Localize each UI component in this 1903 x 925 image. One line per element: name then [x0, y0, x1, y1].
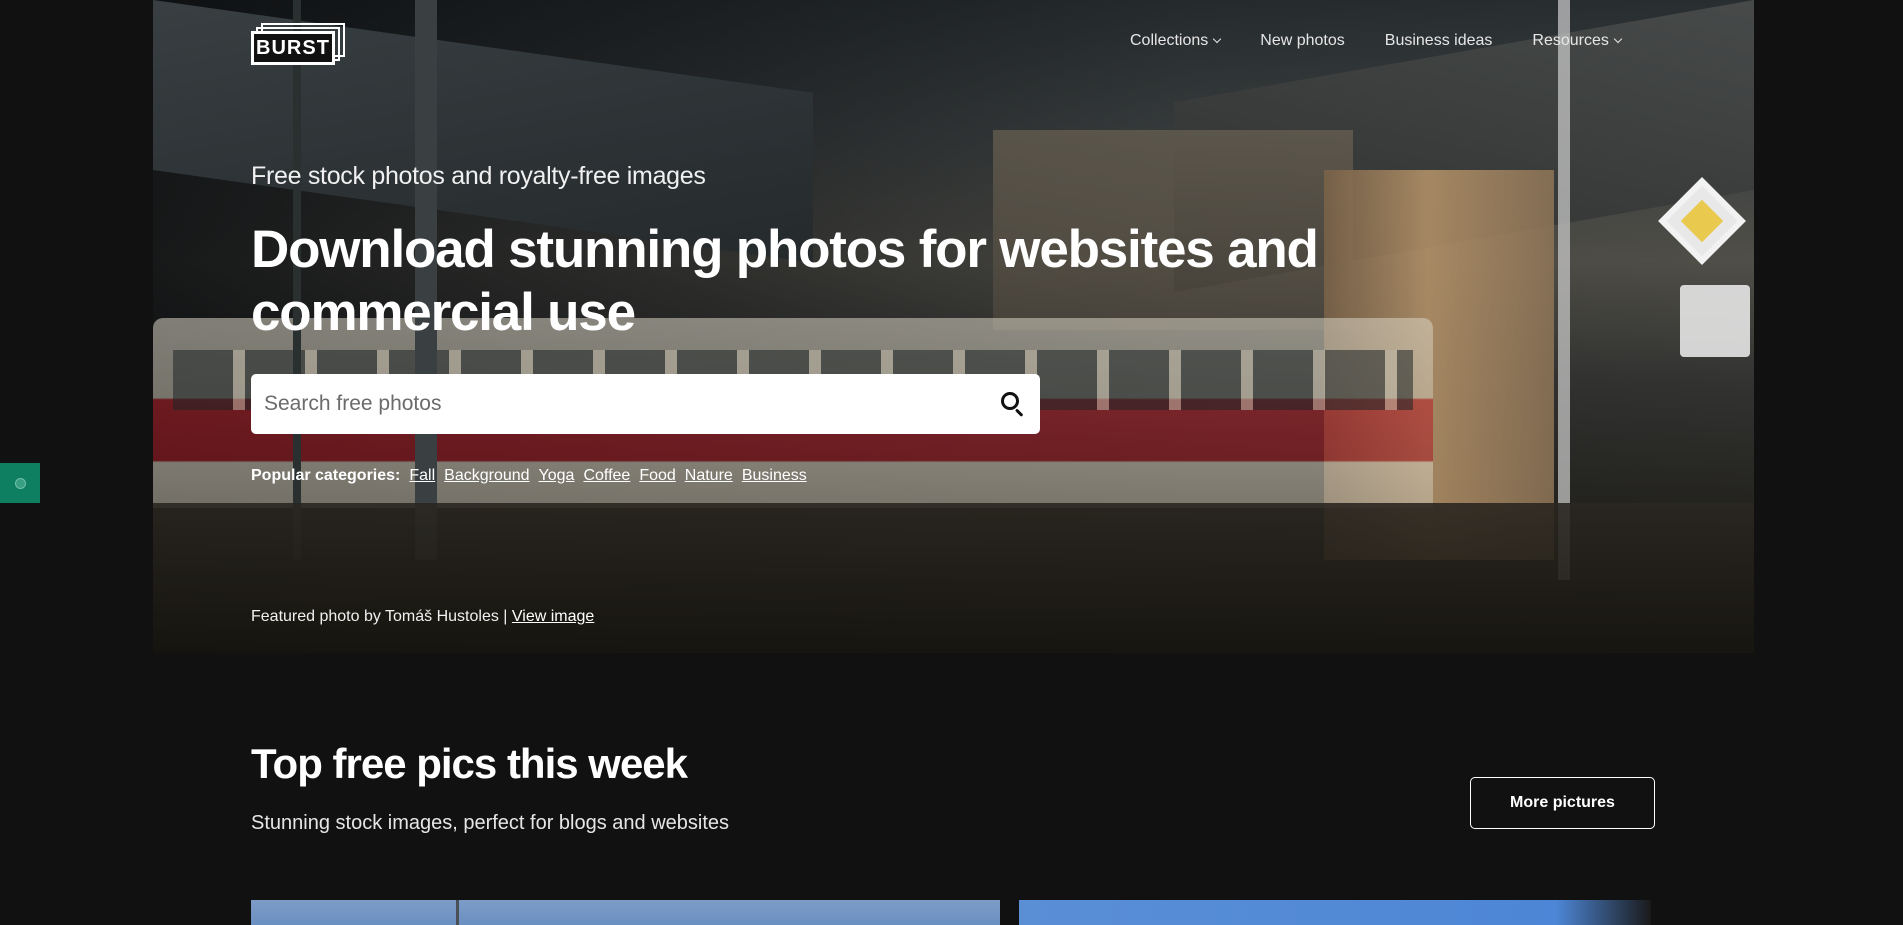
hero-eyebrow: Free stock photos and royalty-free image…	[251, 162, 706, 190]
info-icon	[14, 477, 26, 489]
hero-headline: Download stunning photos for websites an…	[251, 220, 1319, 342]
burst-logo[interactable]: BURST	[251, 23, 345, 65]
side-info-tab[interactable]	[0, 463, 40, 503]
nav-item-new-photos[interactable]: New photos	[1260, 32, 1345, 50]
search-input[interactable]	[251, 374, 1000, 434]
category-link-background[interactable]: Background	[444, 467, 529, 485]
main-nav: Collections New photos Business ideas Re…	[1130, 32, 1623, 50]
category-link-nature[interactable]: Nature	[685, 467, 733, 485]
chevron-down-icon	[1613, 34, 1623, 44]
page: BURST Collections New photos Business id…	[0, 0, 1903, 925]
nav-item-label: Collections	[1130, 32, 1209, 49]
logo-text: BURST	[256, 36, 330, 59]
chevron-down-icon	[1213, 34, 1222, 44]
category-link-food[interactable]: Food	[639, 467, 675, 485]
nav-item-business-ideas[interactable]: Business ideas	[1385, 32, 1493, 50]
credit-text: Featured photo by Tomáš Hustoles |	[251, 608, 512, 625]
category-link-yoga[interactable]: Yoga	[539, 467, 575, 485]
nav-item-collections[interactable]: Collections	[1130, 32, 1222, 50]
nav-item-resources[interactable]: Resources	[1532, 32, 1623, 50]
category-link-business[interactable]: Business	[742, 467, 807, 485]
nav-item-label: Resources	[1532, 32, 1609, 49]
category-link-coffee[interactable]: Coffee	[583, 467, 630, 485]
nav-item-label: Business ideas	[1384, 32, 1493, 49]
nav-item-label: New photos	[1260, 32, 1345, 49]
more-pictures-button[interactable]: More pictures	[1470, 777, 1655, 829]
categories-label: Popular categories:	[251, 467, 401, 484]
category-link-fall[interactable]: Fall	[409, 467, 435, 485]
section-subtitle: Stunning stock images, perfect for blogs…	[251, 812, 730, 834]
section-title: Top free pics this week	[251, 740, 688, 787]
popular-categories: Popular categories: Fall Background Yoga…	[251, 467, 807, 485]
photo-thumbnail[interactable]	[1019, 900, 1651, 925]
featured-photo-credit: Featured photo by Tomáš Hustoles | View …	[251, 608, 594, 626]
search-icon[interactable]	[1000, 391, 1026, 417]
photo-thumbnail[interactable]	[251, 900, 1000, 925]
view-image-link[interactable]: View image	[512, 608, 594, 625]
search-bar	[251, 374, 1040, 434]
